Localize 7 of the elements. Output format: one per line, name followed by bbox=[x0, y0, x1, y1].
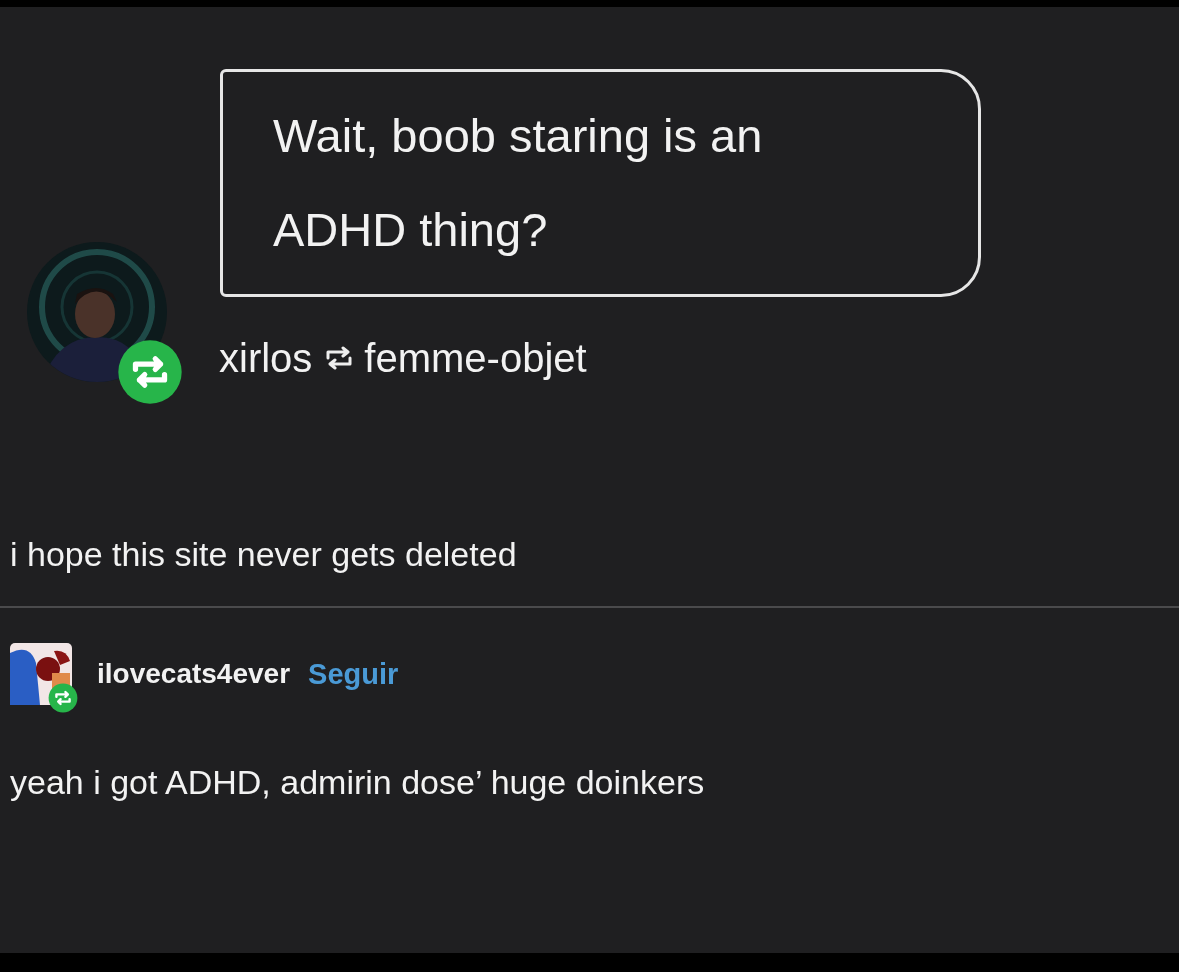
quote-bubble: Wait, boob staring is an ADHD thing? bbox=[220, 69, 981, 297]
username[interactable]: femme-objet bbox=[364, 334, 587, 382]
username[interactable]: ilovecats4ever bbox=[97, 658, 291, 690]
username[interactable]: xirlos bbox=[219, 334, 313, 382]
follow-link[interactable]: Seguir bbox=[308, 657, 399, 691]
reply-text: yeah i got ADHD, admirin dose’ huge doinkers bbox=[10, 762, 706, 803]
caption-text: i hope this site never gets deleted bbox=[10, 534, 518, 575]
